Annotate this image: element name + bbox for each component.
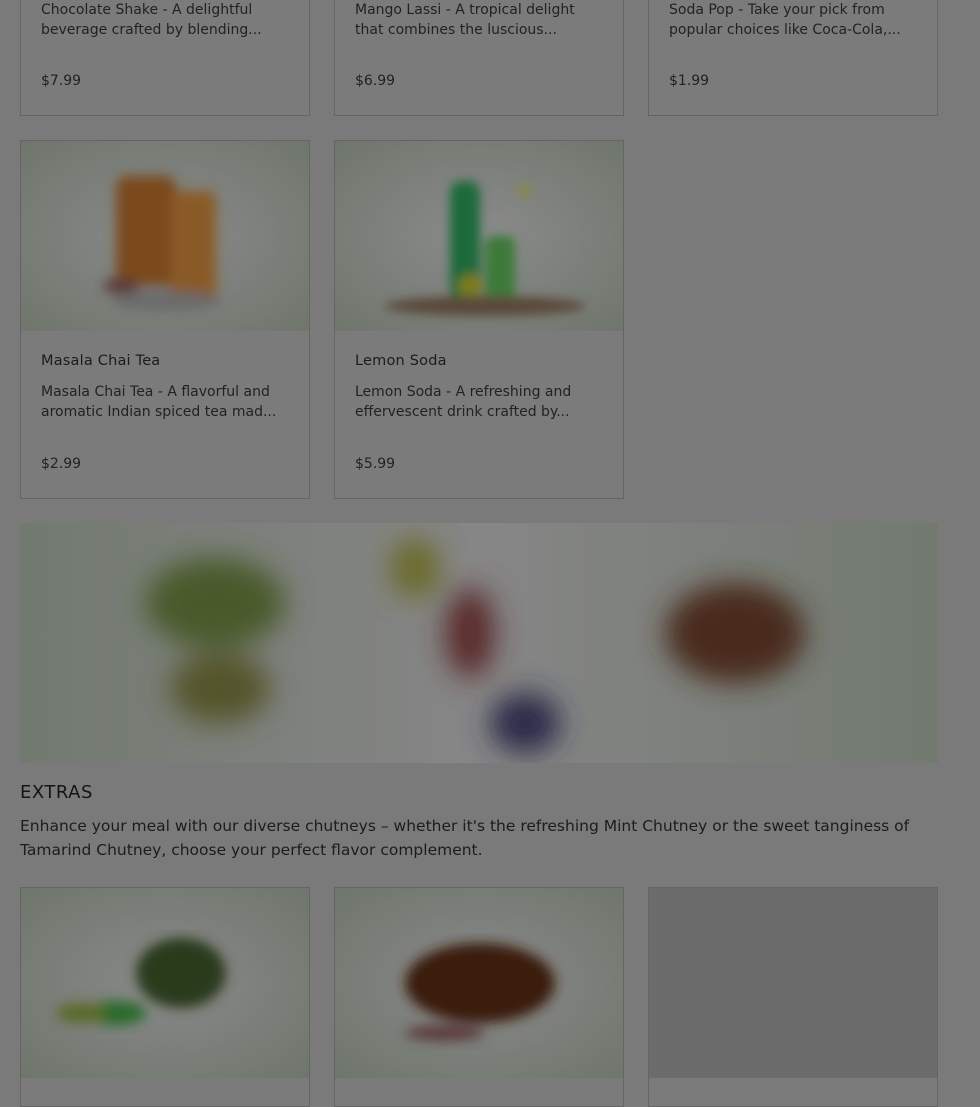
menu-page: Chocolate Shake - A delightful beverage … xyxy=(0,0,980,1107)
menu-item-card[interactable]: Chocolate Shake - A delightful beverage … xyxy=(20,0,310,116)
item-price: $1.99 xyxy=(669,73,710,89)
section-description: Enhance your meal with our diverse chutn… xyxy=(20,817,910,859)
item-name: Masala Chai Tea xyxy=(41,353,161,369)
extras-banner-image xyxy=(20,523,938,763)
item-description: Soda Pop - Take your pick from popular c… xyxy=(669,2,901,38)
item-price: $5.99 xyxy=(355,456,396,472)
item-price: $6.99 xyxy=(355,73,396,89)
item-description: Chocolate Shake - A delightful beverage … xyxy=(41,2,262,38)
section-title-extras: EXTRAS xyxy=(20,782,93,803)
item-image-masala-chai xyxy=(21,141,309,331)
menu-item-card[interactable]: Soda Pop - Take your pick from popular c… xyxy=(648,0,938,116)
item-description: Mango Lassi - A tropical delight that co… xyxy=(355,2,575,38)
item-description: Lemon Soda - A refreshing and effervesce… xyxy=(355,384,572,420)
item-price: $7.99 xyxy=(41,73,82,89)
item-description: Masala Chai Tea - A flavorful and aromat… xyxy=(41,384,277,420)
item-name: Lemon Soda xyxy=(355,353,447,369)
item-image-tamarind-chutney xyxy=(335,888,623,1078)
menu-item-card[interactable]: Masala Chai Tea Masala Chai Tea - A flav… xyxy=(20,140,310,499)
menu-item-card[interactable]: Lemon Soda Lemon Soda - A refreshing and… xyxy=(334,140,624,499)
item-image-mint-chutney xyxy=(21,888,309,1078)
item-price: $2.99 xyxy=(41,456,82,472)
item-image-lemon-soda xyxy=(335,141,623,331)
menu-item-card[interactable] xyxy=(20,887,310,1107)
menu-item-card[interactable] xyxy=(648,887,938,1107)
menu-item-card[interactable]: Mango Lassi - A tropical delight that co… xyxy=(334,0,624,116)
item-image-placeholder xyxy=(649,888,937,1078)
menu-item-card[interactable] xyxy=(334,887,624,1107)
